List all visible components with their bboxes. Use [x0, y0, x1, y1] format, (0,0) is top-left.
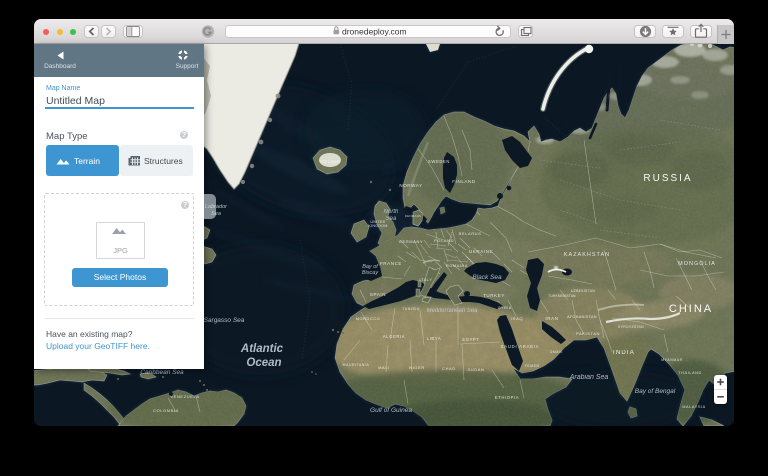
svg-text:Black Sea: Black Sea [472, 274, 502, 281]
svg-text:THAILAND: THAILAND [678, 371, 702, 375]
svg-text:Structures: Structures [144, 156, 183, 166]
svg-text:Ocean: Ocean [246, 357, 281, 369]
svg-text:DENMARK: DENMARK [405, 214, 421, 218]
svg-text:KYRGYZSTAN: KYRGYZSTAN [618, 325, 644, 329]
svg-text:TURKEY: TURKEY [483, 293, 505, 298]
svg-text:NIGER: NIGER [409, 365, 425, 370]
svg-text:MONGOLIA: MONGOLIA [678, 261, 716, 267]
svg-text:ALGERIA: ALGERIA [383, 334, 405, 339]
svg-text:OMAN: OMAN [550, 350, 563, 354]
svg-text:VENEZUELA: VENEZUELA [170, 394, 199, 399]
svg-text:MALI: MALI [378, 365, 390, 370]
svg-text:EGYPT: EGYPT [462, 337, 479, 342]
svg-text:SAUDI ARABIA: SAUDI ARABIA [501, 344, 540, 349]
svg-text:Terrain: Terrain [74, 156, 100, 166]
svg-text:BELARUS: BELARUS [459, 231, 482, 236]
svg-text:ROMANIA: ROMANIA [446, 264, 468, 268]
svg-text:Caribbean Sea: Caribbean Sea [140, 369, 184, 376]
svg-text:dronedeploy.com: dronedeploy.com [342, 27, 407, 37]
svg-text:MAURITANIA: MAURITANIA [343, 363, 370, 367]
svg-text:INDIA: INDIA [613, 350, 635, 356]
svg-text:MYANMAR: MYANMAR [661, 358, 682, 362]
svg-text:ITALY: ITALY [420, 278, 433, 282]
svg-text:UZBEKISTAN: UZBEKISTAN [571, 289, 595, 293]
svg-text:SUDAN: SUDAN [467, 367, 484, 372]
svg-text:Biscay: Biscay [362, 270, 379, 276]
svg-text:Atlantic: Atlantic [240, 343, 284, 355]
svg-text:Sea: Sea [386, 216, 397, 222]
svg-text:TURKMENISTAN: TURKMENISTAN [548, 294, 576, 298]
svg-text:Bay of Bengal: Bay of Bengal [635, 388, 676, 395]
svg-text:CHINA: CHINA [669, 303, 713, 315]
svg-text:KAZAKHSTAN: KAZAKHSTAN [564, 252, 610, 258]
svg-text:FINLAND: FINLAND [452, 179, 476, 184]
svg-text:ICELAND: ICELAND [320, 160, 340, 164]
svg-text:COLOMBIA: COLOMBIA [153, 408, 179, 413]
svg-text:PAKISTAN: PAKISTAN [576, 331, 600, 336]
svg-text:NORWAY: NORWAY [399, 183, 422, 188]
svg-text:KINGDOM: KINGDOM [368, 224, 387, 228]
svg-text:CHAD: CHAD [442, 366, 456, 371]
svg-text:SYRIA: SYRIA [498, 306, 512, 310]
svg-text:MALAYSIA: MALAYSIA [682, 405, 706, 409]
svg-text:Arabian Sea: Arabian Sea [569, 374, 609, 381]
svg-text:FRANCE: FRANCE [380, 261, 402, 266]
svg-text:AFGHANISTAN: AFGHANISTAN [567, 315, 597, 319]
svg-text:Mediterranean Sea: Mediterranean Sea [426, 308, 478, 314]
svg-text:TUNISIA: TUNISIA [402, 307, 420, 311]
svg-text:IRAN: IRAN [545, 316, 558, 321]
svg-text:IRAQ: IRAQ [511, 316, 523, 321]
svg-text:UKRAINE: UKRAINE [469, 249, 493, 254]
svg-text:LIBYA: LIBYA [427, 336, 442, 341]
svg-text:RUSSIA: RUSSIA [643, 173, 692, 184]
svg-text:Sargasso Sea: Sargasso Sea [204, 317, 245, 324]
svg-text:Gulf of Guinea: Gulf of Guinea [370, 407, 412, 414]
svg-text:POLAND: POLAND [434, 238, 454, 243]
svg-text:YEMEN: YEMEN [524, 364, 539, 368]
svg-text:SPAIN: SPAIN [370, 292, 386, 297]
svg-text:North: North [384, 209, 399, 215]
svg-text:ETHIOPIA: ETHIOPIA [495, 395, 519, 400]
svg-text:MOROCCO: MOROCCO [356, 317, 380, 321]
svg-text:GERMANY: GERMANY [399, 239, 423, 244]
svg-text:SWEDEN: SWEDEN [428, 159, 450, 164]
